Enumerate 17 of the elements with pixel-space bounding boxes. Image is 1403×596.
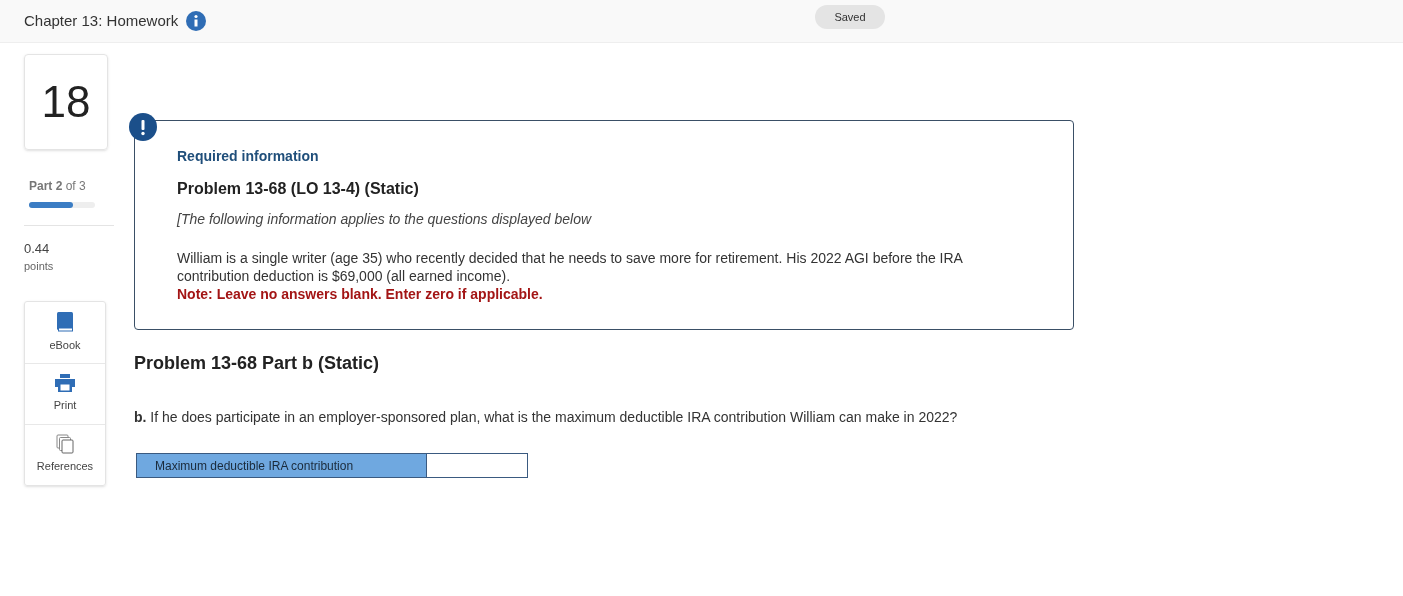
problem-title: Problem 13-68 (LO 13-4) (Static) <box>177 179 420 199</box>
tool-button[interactable]: References <box>25 423 105 485</box>
part-indicator: Part 2 of 3 <box>29 178 87 195</box>
tool-button[interactable]: eBook <box>25 301 105 363</box>
note-text: Note: Leave no answers blank. Enter zero if applicable. <box>177 285 544 303</box>
tool-button[interactable]: Print <box>25 362 105 424</box>
question-text: b. If he does participate in an employer-sponsored plan, what is the maximum deductible IRA contribution William can make in 2022? <box>134 408 959 427</box>
answer-label: Maximum deductible IRA contribution <box>136 453 427 478</box>
assignment-title: Chapter 13: Homework <box>24 10 179 31</box>
saved-status: Saved <box>815 5 885 29</box>
required-heading: Required information <box>177 147 320 166</box>
part-title: Problem 13-68 Part b (Static) <box>134 352 381 375</box>
problem-text: William is a single writer (age 35) who recently decided that he needs to save more for retirement. His 2022 AGI before the IRA contribution deduction is $69,000 (all earned income). <box>177 249 964 285</box>
intro-text: [The following information applies to the questions displayed below <box>177 210 593 229</box>
question-number: 18 <box>24 54 108 150</box>
points-label: points <box>24 259 55 274</box>
points-value: 0.44 <box>24 242 51 256</box>
